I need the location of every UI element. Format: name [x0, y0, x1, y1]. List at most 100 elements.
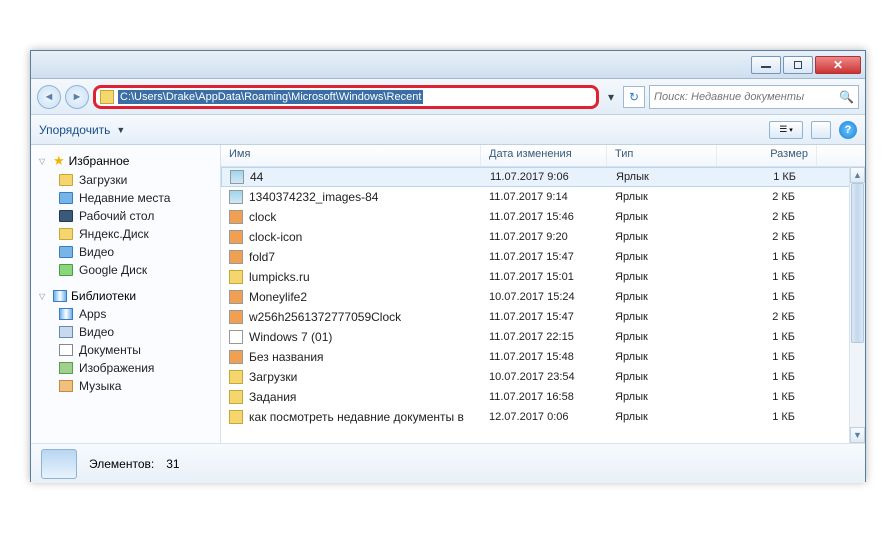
column-headers: Имя Дата изменения Тип Размер	[221, 145, 865, 167]
refresh-button[interactable]: ↻	[623, 86, 645, 108]
address-path[interactable]: C:\Users\Drake\AppData\Roaming\Microsoft…	[118, 90, 423, 104]
file-icon	[229, 190, 243, 204]
sidebar-item-docs[interactable]: Документы	[31, 341, 220, 359]
sidebar-item-gdrive[interactable]: Google Диск	[31, 261, 220, 279]
file-icon	[229, 370, 243, 384]
folder-icon	[59, 174, 73, 186]
col-type[interactable]: Тип	[607, 145, 717, 166]
sidebar-item-desktop[interactable]: Рабочий стол	[31, 207, 220, 225]
sidebar-item-yandex[interactable]: Яндекс.Диск	[31, 225, 220, 243]
organize-button[interactable]: Упорядочить	[39, 123, 110, 137]
sidebar-item-downloads[interactable]: Загрузки	[31, 171, 220, 189]
table-row[interactable]: 4411.07.2017 9:06Ярлык1 КБ	[221, 167, 865, 187]
file-size: 1 КБ	[717, 289, 809, 305]
col-size[interactable]: Размер	[717, 145, 817, 166]
preview-pane-button[interactable]	[811, 121, 831, 139]
file-icon	[229, 410, 243, 424]
table-row[interactable]: clock-icon11.07.2017 9:20Ярлык2 КБ	[221, 227, 865, 247]
file-date: 11.07.2017 9:14	[481, 189, 607, 205]
help-icon[interactable]: ?	[839, 121, 857, 139]
scroll-up-icon[interactable]: ▲	[850, 167, 865, 183]
status-label: Элементов:	[89, 457, 154, 471]
file-size: 1 КБ	[718, 169, 810, 185]
file-icon	[229, 230, 243, 244]
file-name: Moneylife2	[249, 290, 307, 304]
explorer-window: ✕ ◄ ► C:\Users\Drake\AppData\Roaming\Mic…	[30, 50, 866, 482]
table-row[interactable]: Без названия11.07.2017 15:48Ярлык1 КБ	[221, 347, 865, 367]
view-options-button[interactable]: ☰▾	[769, 121, 803, 139]
table-row[interactable]: lumpicks.ru11.07.2017 15:01Ярлык1 КБ	[221, 267, 865, 287]
col-date[interactable]: Дата изменения	[481, 145, 607, 166]
table-row[interactable]: Windows 7 (01)11.07.2017 22:15Ярлык1 КБ	[221, 327, 865, 347]
file-icon	[229, 390, 243, 404]
file-date: 11.07.2017 22:15	[481, 329, 607, 345]
libraries-label: Библиотеки	[71, 289, 136, 303]
file-icon	[229, 330, 243, 344]
minimize-button[interactable]	[751, 56, 781, 74]
file-icon	[229, 270, 243, 284]
scrollbar[interactable]: ▲ ▼	[849, 167, 865, 443]
col-name[interactable]: Имя	[221, 145, 481, 166]
maximize-button[interactable]	[783, 56, 813, 74]
scroll-down-icon[interactable]: ▼	[850, 427, 865, 443]
file-icon	[229, 350, 243, 364]
file-size: 1 КБ	[717, 369, 809, 385]
file-type: Ярлык	[607, 289, 717, 305]
address-bar-wrap: C:\Users\Drake\AppData\Roaming\Microsoft…	[93, 85, 645, 109]
file-date: 11.07.2017 15:47	[481, 309, 607, 325]
table-row[interactable]: w256h2561372777059Clock11.07.2017 15:47Я…	[221, 307, 865, 327]
recent-icon	[59, 192, 73, 204]
file-name: Без названия	[249, 350, 324, 364]
file-date: 10.07.2017 15:24	[481, 289, 607, 305]
file-rows: 4411.07.2017 9:06Ярлык1 КБ1340374232_ima…	[221, 167, 865, 443]
libraries-icon	[53, 290, 67, 302]
star-icon: ★	[53, 153, 65, 169]
sidebar-favorites[interactable]: ★ Избранное	[31, 151, 220, 171]
sidebar-item-pics[interactable]: Изображения	[31, 359, 220, 377]
table-row[interactable]: Загрузки10.07.2017 23:54Ярлык1 КБ	[221, 367, 865, 387]
file-size: 1 КБ	[717, 389, 809, 405]
file-name: как посмотреть недавние документы в	[249, 410, 464, 424]
address-dropdown[interactable]: ▾	[603, 90, 619, 104]
file-type: Ярлык	[607, 189, 717, 205]
sidebar: ★ Избранное Загрузки Недавние места Рабо…	[31, 145, 221, 443]
file-size: 2 КБ	[717, 229, 809, 245]
yandex-icon	[59, 228, 73, 240]
toolbar: Упорядочить ▼ ☰▾ ?	[31, 115, 865, 145]
table-row[interactable]: 1340374232_images-8411.07.2017 9:14Ярлык…	[221, 187, 865, 207]
folder-icon	[100, 90, 114, 104]
file-type: Ярлык	[607, 229, 717, 245]
file-type: Ярлык	[607, 209, 717, 225]
file-size: 2 КБ	[717, 189, 809, 205]
file-date: 11.07.2017 15:47	[481, 249, 607, 265]
back-button[interactable]: ◄	[37, 85, 61, 109]
sidebar-item-music[interactable]: Музыка	[31, 377, 220, 395]
search-box[interactable]: 🔍	[649, 85, 859, 109]
search-input[interactable]	[654, 91, 839, 103]
file-icon	[230, 170, 244, 184]
table-row[interactable]: Задания11.07.2017 16:58Ярлык1 КБ	[221, 387, 865, 407]
table-row[interactable]: Moneylife2 10.07.2017 15:24Ярлык1 КБ	[221, 287, 865, 307]
sidebar-item-video2[interactable]: Видео	[31, 323, 220, 341]
sidebar-libraries[interactable]: Библиотеки	[31, 287, 220, 305]
file-type: Ярлык	[607, 389, 717, 405]
file-type: Ярлык	[608, 169, 718, 185]
file-icon	[229, 310, 243, 324]
close-button[interactable]: ✕	[815, 56, 861, 74]
file-size: 1 КБ	[717, 409, 809, 425]
sidebar-item-apps[interactable]: Apps	[31, 305, 220, 323]
scroll-thumb[interactable]	[851, 183, 864, 343]
forward-button[interactable]: ►	[65, 85, 89, 109]
file-type: Ярлык	[607, 249, 717, 265]
favorites-label: Избранное	[69, 154, 130, 168]
table-row[interactable]: как посмотреть недавние документы в12.07…	[221, 407, 865, 427]
table-row[interactable]: clock11.07.2017 15:46Ярлык2 КБ	[221, 207, 865, 227]
dropdown-icon[interactable]: ▼	[116, 125, 125, 135]
address-bar[interactable]: C:\Users\Drake\AppData\Roaming\Microsoft…	[93, 85, 599, 109]
file-type: Ярлык	[607, 369, 717, 385]
video-icon	[59, 246, 73, 258]
table-row[interactable]: fold711.07.2017 15:47Ярлык1 КБ	[221, 247, 865, 267]
file-type: Ярлык	[607, 329, 717, 345]
sidebar-item-recent[interactable]: Недавние места	[31, 189, 220, 207]
sidebar-item-video[interactable]: Видео	[31, 243, 220, 261]
